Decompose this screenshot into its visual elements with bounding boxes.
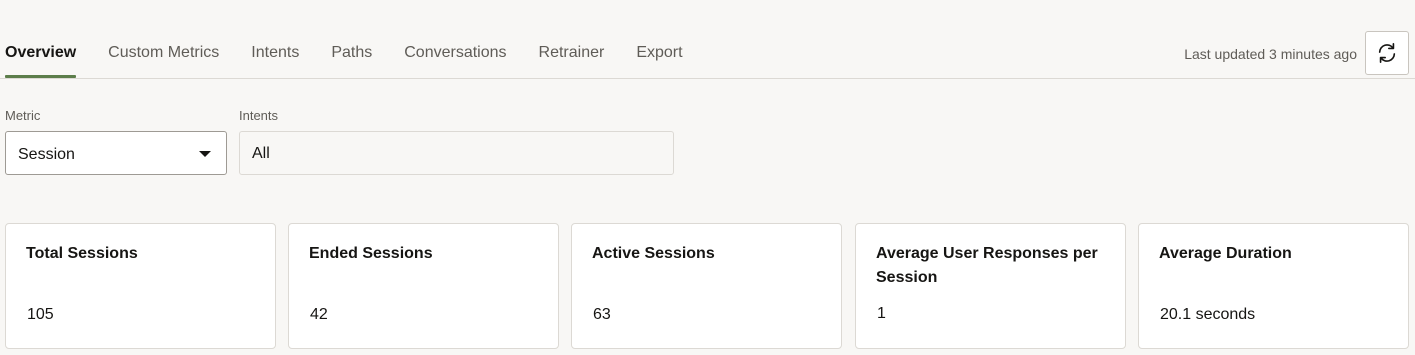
metric-select-value: Session: [18, 146, 75, 163]
card-title: Active Sessions: [592, 245, 715, 262]
active-sessions-card: Active Sessions 63: [571, 223, 842, 349]
tab-paths[interactable]: Paths: [331, 44, 372, 78]
card-value: 20.1 seconds: [1160, 306, 1256, 323]
card-title: Ended Sessions: [309, 245, 433, 262]
tab-custom-metrics[interactable]: Custom Metrics: [108, 44, 219, 78]
card-title: Total Sessions: [26, 245, 138, 262]
avg-user-responses-card: Average User Responses per Session 1: [855, 223, 1126, 349]
tab-export[interactable]: Export: [636, 44, 682, 78]
total-sessions-card: Total Sessions 105: [5, 223, 276, 349]
intents-field[interactable]: All: [239, 131, 674, 175]
tab-conversations[interactable]: Conversations: [404, 44, 506, 78]
card-value: 1: [877, 305, 886, 322]
intents-label: Intents: [239, 108, 279, 123]
card-title: Average User Responses per Session: [876, 245, 1098, 286]
metric-label: Metric: [5, 108, 41, 123]
card-title: Average Duration: [1159, 245, 1292, 262]
last-updated-text: Last updated 3 minutes ago: [1184, 46, 1357, 62]
tab-retrainer[interactable]: Retrainer: [539, 44, 605, 78]
metric-select[interactable]: Session: [5, 131, 227, 175]
tab-bar: Overview Custom Metrics Intents Paths Co…: [0, 0, 1415, 79]
tab-overview[interactable]: Overview: [5, 44, 77, 78]
caret-down-icon: [199, 151, 211, 157]
tab-intents[interactable]: Intents: [251, 44, 299, 78]
refresh-button[interactable]: [1365, 31, 1409, 75]
refresh-icon: [1378, 43, 1396, 63]
card-value: 42: [310, 306, 328, 323]
avg-duration-card: Average Duration 20.1 seconds: [1138, 223, 1409, 349]
card-value: 105: [27, 306, 54, 323]
intents-field-value: All: [252, 145, 270, 162]
tab-list: Overview Custom Metrics Intents Paths Co…: [5, 44, 715, 78]
card-value: 63: [593, 306, 611, 323]
ended-sessions-card: Ended Sessions 42: [288, 223, 559, 349]
